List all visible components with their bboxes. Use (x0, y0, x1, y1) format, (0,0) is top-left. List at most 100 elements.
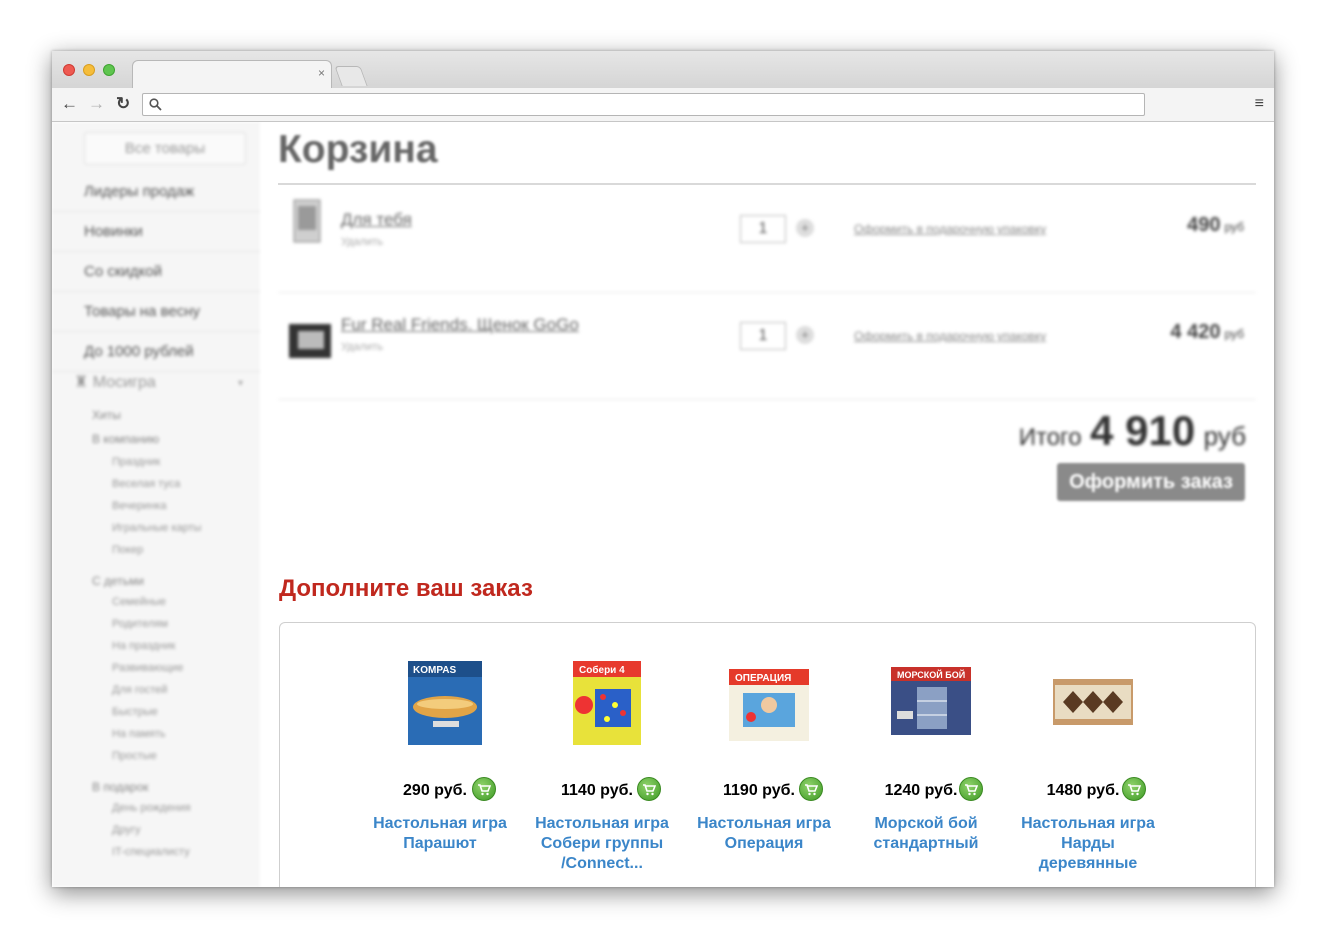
plus-icon[interactable]: + (796, 219, 814, 237)
cart-row: Для тебя Удалить 1 + Оформить в подарочн… (278, 186, 1256, 293)
search-icon (149, 98, 162, 111)
gift-wrap-link[interactable]: Оформить в подарочную упаковку (854, 329, 1046, 343)
quantity-input[interactable]: 1 (740, 215, 786, 243)
page-viewport: Все товары Лидеры продаж Новинки Со скид… (52, 122, 1274, 887)
sidebar-subitem[interactable]: Покер (112, 544, 143, 556)
product-name-link[interactable]: Настольная игра Парашют (365, 814, 515, 854)
upsell-title: Дополните ваш заказ (279, 575, 533, 602)
svg-text:Собери 4: Собери 4 (579, 664, 625, 676)
upsell-panel: KOMPAS 290 руб. Настольная игра Парашют (279, 622, 1256, 887)
new-tab-button[interactable] (334, 66, 368, 86)
price-value: 490 (1187, 214, 1221, 236)
product-name-link[interactable]: Настольная игра Нарды деревянные (1013, 814, 1163, 874)
divider (278, 183, 1256, 185)
cart-item-price: 490 руб (1187, 214, 1244, 237)
remove-link[interactable]: Удалить (341, 236, 383, 248)
cart-item-name[interactable]: Fur Real Friends. Щенок GoGo (341, 315, 579, 335)
sidebar-subitem[interactable]: Игральные карты (112, 522, 201, 534)
sidebar-group-gift[interactable]: В подарок (92, 780, 149, 794)
sidebar-subitem[interactable]: Быстрые (112, 706, 158, 718)
total-value: 4 910 (1090, 407, 1196, 454)
sidebar-item-bestsellers[interactable]: Лидеры продаж (52, 172, 260, 212)
sidebar-subitem[interactable]: Для гостей (112, 684, 167, 696)
cart-total: Итого 4 910 руб (1019, 407, 1246, 455)
product-name-link[interactable]: Настольная игра Собери группы /Connect..… (527, 814, 677, 874)
all-products-button[interactable]: Все товары (84, 132, 246, 165)
quantity-input[interactable]: 1 (740, 322, 786, 350)
sidebar-item-new[interactable]: Новинки (52, 212, 260, 252)
product-image[interactable]: МОРСКОЙ БОЙ (891, 661, 971, 745)
svg-text:ОПЕРАЦИЯ: ОПЕРАЦИЯ (735, 673, 791, 684)
product-thumbnail[interactable] (288, 323, 332, 359)
sidebar-subitem[interactable]: Родителям (112, 618, 168, 630)
sidebar: Все товары Лидеры продаж Новинки Со скид… (52, 122, 260, 887)
close-window-button[interactable] (63, 64, 75, 76)
back-icon[interactable]: ← (61, 94, 78, 114)
maximize-window-button[interactable] (103, 64, 115, 76)
browser-window: × ← → ↻ ≡ Все товары Лидеры продаж Новин… (52, 51, 1274, 887)
product-card: МОРСКОЙ БОЙ 1240 руб. Морской бой станда… (856, 623, 996, 887)
svg-text:KOMPAS: KOMPAS (413, 665, 456, 676)
add-to-cart-icon[interactable] (1122, 777, 1146, 801)
browser-toolbar: ← → ↻ ≡ (52, 88, 1274, 122)
sidebar-group-company[interactable]: В компанию (92, 432, 159, 446)
plus-icon[interactable]: + (796, 326, 814, 344)
address-bar[interactable] (142, 93, 1145, 116)
close-tab-icon[interactable]: × (318, 66, 325, 80)
product-name-link[interactable]: Морской бой стандартный (851, 814, 1001, 854)
trophy-icon: ♜ (74, 374, 89, 391)
sidebar-subitem[interactable]: Праздник (112, 456, 160, 468)
sidebar-subitem[interactable]: Простые (112, 750, 157, 762)
checkout-button[interactable]: Оформить заказ (1057, 463, 1245, 501)
main-content: Корзина Для тебя Удалить 1 + Оформить в … (278, 122, 1256, 887)
price-value: 4 420 (1170, 321, 1221, 343)
menu-icon[interactable]: ≡ (1255, 95, 1264, 113)
brand-label: Мосигра (92, 374, 156, 391)
svg-text:МОРСКОЙ БОЙ: МОРСКОЙ БОЙ (897, 669, 965, 680)
page-title: Корзина (278, 128, 438, 171)
sidebar-subitem[interactable]: Другу (112, 824, 140, 836)
sidebar-subitem[interactable]: Веселая туса (112, 478, 180, 490)
price-unit: руб (1224, 327, 1244, 341)
sidebar-subitem[interactable]: IT-специалисту (112, 846, 190, 858)
cart-item-price: 4 420 руб (1170, 321, 1244, 344)
chevron-down-icon[interactable]: ▾ (238, 378, 243, 389)
sidebar-group-kids[interactable]: С детьми (92, 574, 144, 588)
sidebar-subitem[interactable]: Развивающие (112, 662, 183, 674)
add-to-cart-icon[interactable] (959, 777, 983, 801)
product-image[interactable]: Собери 4 (567, 661, 647, 745)
sidebar-item-discount[interactable]: Со скидкой (52, 252, 260, 292)
product-name-link[interactable]: Настольная игра Операция (689, 814, 839, 854)
product-image[interactable]: ОПЕРАЦИЯ (729, 661, 809, 745)
product-card: ОПЕРАЦИЯ 1190 руб. Настольная игра Опера… (694, 623, 834, 887)
product-card: 1480 руб. Настольная игра Нарды деревянн… (1018, 623, 1158, 887)
browser-tab[interactable]: × (132, 60, 332, 88)
product-thumbnail[interactable] (292, 198, 322, 244)
product-image[interactable] (1053, 661, 1133, 745)
product-card: KOMPAS 290 руб. Настольная игра Парашют (370, 623, 510, 887)
total-unit: руб (1203, 421, 1246, 451)
sidebar-group-hits[interactable]: Хиты (92, 408, 121, 422)
product-image[interactable]: KOMPAS (405, 661, 485, 745)
sidebar-subitem[interactable]: На память (112, 728, 165, 740)
reload-icon[interactable]: ↻ (116, 94, 130, 114)
sidebar-subitem[interactable]: Семейные (112, 596, 166, 608)
title-bar: × (52, 51, 1274, 88)
cart-row: Fur Real Friends. Щенок GoGo Удалить 1 +… (278, 293, 1256, 400)
sidebar-subitem[interactable]: На праздник (112, 640, 175, 652)
cart-item-name[interactable]: Для тебя (341, 210, 412, 230)
sidebar-item-under-1000[interactable]: До 1000 рублей (52, 332, 260, 372)
total-label: Итого (1018, 424, 1082, 451)
sidebar-item-spring[interactable]: Товары на весну (52, 292, 260, 332)
remove-link[interactable]: Удалить (341, 341, 383, 353)
sidebar-subitem[interactable]: Вечеринка (112, 500, 166, 512)
sidebar-subitem[interactable]: День рождения (112, 802, 191, 814)
add-to-cart-icon[interactable] (799, 777, 823, 801)
price-unit: руб (1224, 220, 1244, 234)
minimize-window-button[interactable] (83, 64, 95, 76)
sidebar-brand-mosigra[interactable]: ♜ Мосигра (74, 372, 156, 392)
gift-wrap-link[interactable]: Оформить в подарочную упаковку (854, 222, 1046, 236)
add-to-cart-icon[interactable] (637, 777, 661, 801)
add-to-cart-icon[interactable] (472, 777, 496, 801)
forward-icon[interactable]: → (88, 94, 105, 114)
